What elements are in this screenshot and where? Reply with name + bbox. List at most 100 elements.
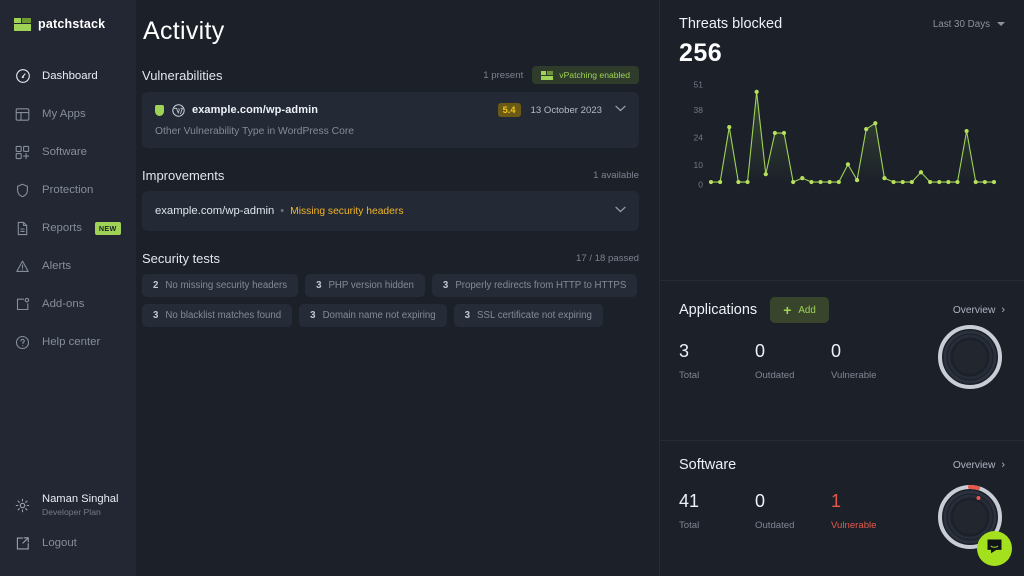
security-test-chip[interactable]: 3 PHP version hidden — [305, 274, 425, 297]
stat-label: Total — [679, 370, 755, 381]
chart-data-point[interactable] — [800, 176, 804, 180]
chart-data-point[interactable] — [846, 162, 850, 166]
chart-data-point[interactable] — [919, 170, 923, 174]
main-area: Activity Vulnerabilities 1 present vPatc… — [136, 0, 1024, 576]
security-test-chips: 2 No missing security headers 3 PHP vers… — [142, 274, 639, 327]
stat-vulnerable: 1 Vulnerable — [831, 491, 907, 531]
app-root: patchstack Dashboard My Apps Software Pr… — [0, 0, 1024, 576]
stat-label: Vulnerable — [831, 370, 907, 381]
applications-overview-link[interactable]: Overview › — [953, 305, 1005, 316]
separator: • — [280, 205, 284, 217]
sidebar-item-add-ons[interactable]: Add-ons — [0, 285, 136, 323]
security-test-chip[interactable]: 3 SSL certificate not expiring — [454, 304, 603, 327]
sidebar-item-protection[interactable]: Protection — [0, 171, 136, 209]
right-panel: Threats blocked Last 30 Days 256 5138241… — [660, 0, 1024, 576]
chart-data-point[interactable] — [974, 180, 978, 184]
threats-chart: 513824100 — [679, 74, 1005, 202]
chart-data-point[interactable] — [727, 125, 731, 129]
severity-badge: 5.4 — [498, 103, 521, 117]
add-application-button[interactable]: + Add — [770, 297, 829, 323]
security-test-chip[interactable]: 3 No blacklist matches found — [142, 304, 292, 327]
chart-data-point[interactable] — [992, 180, 996, 184]
chart-data-point[interactable] — [782, 131, 786, 135]
section-title: Vulnerabilities — [142, 68, 222, 83]
stat-vulnerable: 0 Vulnerable — [831, 341, 907, 381]
plus-icon: + — [783, 303, 791, 317]
chart-data-point[interactable] — [818, 180, 822, 184]
chart-data-point[interactable] — [736, 180, 740, 184]
chart-data-point[interactable] — [928, 180, 932, 184]
threats-line-chart: 513824100 — [679, 74, 1004, 202]
stat-value: 0 — [755, 341, 831, 362]
chevron-down-icon[interactable] — [615, 206, 626, 216]
stat-total: 41 Total — [679, 491, 755, 531]
y-axis-tick: 38 — [694, 105, 704, 115]
sidebar-item-alerts[interactable]: Alerts — [0, 247, 136, 285]
stat-total: 3 Total — [679, 341, 755, 381]
chart-data-point[interactable] — [955, 180, 959, 184]
y-axis-tick: 51 — [694, 80, 704, 90]
shield-icon — [14, 182, 31, 199]
software-panel: Software Overview › 41 Total 0 Outdated — [660, 440, 1024, 576]
sidebar-item-help-center[interactable]: Help center — [0, 323, 136, 361]
sidebar-item-my-apps[interactable]: My Apps — [0, 95, 136, 133]
sidebar-item-label: Protection — [42, 184, 93, 196]
gear-icon — [14, 497, 31, 514]
date-range-dropdown[interactable]: Last 30 Days — [933, 19, 1005, 30]
stat-value: 0 — [831, 341, 907, 362]
chart-data-point[interactable] — [773, 131, 777, 135]
brand-logo[interactable]: patchstack — [0, 0, 136, 31]
chart-data-point[interactable] — [855, 178, 859, 182]
vulnerability-description: Other Vulnerability Type in WordPress Co… — [155, 126, 626, 137]
chart-data-point[interactable] — [983, 180, 987, 184]
chart-data-point[interactable] — [809, 180, 813, 184]
sidebar-item-dashboard[interactable]: Dashboard — [0, 57, 136, 95]
chip-label: Properly redirects from HTTP to HTTPS — [455, 280, 626, 291]
chart-data-point[interactable] — [965, 129, 969, 133]
chevron-right-icon: › — [1001, 305, 1005, 316]
chart-data-point[interactable] — [745, 180, 749, 184]
stat-outdated: 0 Outdated — [755, 491, 831, 531]
chart-data-point[interactable] — [891, 180, 895, 184]
chart-data-point[interactable] — [864, 127, 868, 131]
sidebar-item-reports[interactable]: Reports NEW — [0, 209, 136, 247]
chart-data-point[interactable] — [709, 180, 713, 184]
chart-data-point[interactable] — [755, 90, 759, 94]
y-axis-tick: 10 — [694, 160, 704, 170]
chart-data-point[interactable] — [901, 180, 905, 184]
shield-ok-icon — [155, 105, 164, 116]
user-account[interactable]: Naman Singhal Developer Plan — [0, 486, 136, 524]
vulnerabilities-count: 1 present — [483, 70, 523, 81]
chart-data-point[interactable] — [837, 180, 841, 184]
chat-widget-button[interactable] — [977, 531, 1012, 566]
chart-data-point[interactable] — [946, 180, 950, 184]
chart-data-point[interactable] — [718, 180, 722, 184]
improvements-count: 1 available — [593, 170, 639, 181]
chart-data-point[interactable] — [764, 172, 768, 176]
security-test-chip[interactable]: 3 Properly redirects from HTTP to HTTPS — [432, 274, 637, 297]
sidebar-item-software[interactable]: Software — [0, 133, 136, 171]
vulnerability-card[interactable]: example.com/wp-admin 5.4 13 October 2023… — [142, 92, 639, 148]
vpatching-badge[interactable]: vPatching enabled — [532, 66, 639, 84]
software-overview-link[interactable]: Overview › — [953, 460, 1005, 471]
improvements-header: Improvements 1 available — [142, 168, 639, 183]
applications-donut-chart — [936, 323, 1004, 396]
stat-label: Outdated — [755, 520, 831, 531]
improvement-card[interactable]: example.com/wp-admin • Missing security … — [142, 191, 639, 231]
chart-data-point[interactable] — [910, 180, 914, 184]
chart-data-point[interactable] — [791, 180, 795, 184]
sidebar-footer: Naman Singhal Developer Plan Logout — [0, 486, 136, 562]
chart-data-point[interactable] — [828, 180, 832, 184]
security-test-chip[interactable]: 3 Domain name not expiring — [299, 304, 446, 327]
patchstack-logo-icon — [14, 18, 31, 31]
chart-data-point[interactable] — [882, 176, 886, 180]
chevron-down-icon[interactable] — [615, 105, 626, 115]
chart-data-point[interactable] — [873, 121, 877, 125]
wordpress-icon — [172, 104, 185, 117]
security-test-chip[interactable]: 2 No missing security headers — [142, 274, 298, 297]
sidebar-item-label: Reports — [42, 222, 82, 234]
sidebar-item-logout[interactable]: Logout — [0, 524, 136, 562]
vpatching-label: vPatching enabled — [559, 70, 630, 80]
section-title: Security tests — [142, 251, 220, 266]
chart-data-point[interactable] — [937, 180, 941, 184]
